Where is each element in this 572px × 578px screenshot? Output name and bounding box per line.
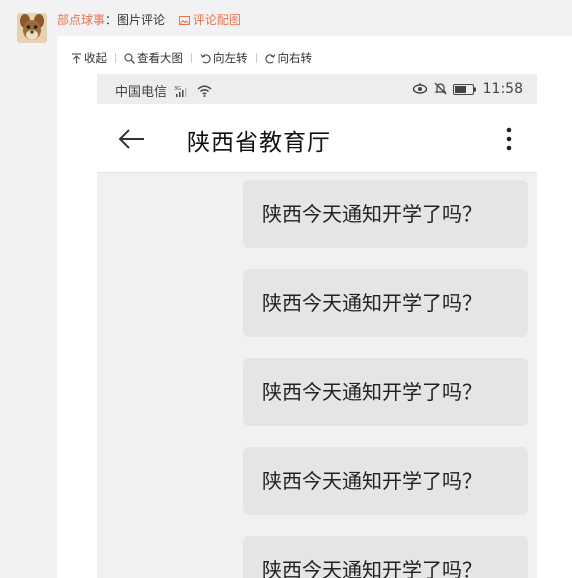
network-type: 3G: [174, 86, 181, 92]
search-icon: [124, 53, 135, 64]
more-options-button[interactable]: [499, 124, 519, 154]
rotate-right-button[interactable]: 向右转: [264, 50, 313, 66]
header-colon: ：: [105, 13, 118, 27]
comment-image-label: 评论配图: [192, 13, 241, 27]
post-header: 部点球事：图片评论 评论配图: [57, 11, 241, 29]
carrier-name: 中国电信: [115, 85, 168, 100]
username-link[interactable]: 部点球事: [57, 13, 105, 27]
phone-screenshot: 中国电信 3G 11:58 陕西省教育厅 陕西今天通知开学了吗？ 陕西今天通知开…: [97, 74, 537, 578]
collapse-icon: [72, 53, 81, 64]
status-time: 11:58: [482, 81, 523, 97]
back-button[interactable]: [117, 124, 147, 154]
comment-image-link[interactable]: 评论配图: [178, 12, 241, 30]
message-bubble[interactable]: 陕西今天通知开学了吗？: [243, 536, 528, 578]
message-bubble[interactable]: 陕西今天通知开学了吗？: [243, 358, 528, 426]
image-toolbar: 收起 查看大图 向左转 向右转: [71, 50, 312, 66]
battery-icon: [452, 84, 476, 95]
wifi-icon: [197, 85, 212, 101]
mute-bell-icon: [434, 82, 447, 95]
back-arrow-icon: [118, 129, 144, 149]
rotate-left-label: 向左转: [213, 51, 248, 65]
message-bubble[interactable]: 陕西今天通知开学了吗？: [243, 180, 528, 248]
toolbar-divider: [191, 53, 192, 63]
signal-icon: 3G: [174, 85, 190, 101]
status-right: 11:58: [412, 81, 523, 97]
chat-title: 陕西省教育厅: [187, 130, 331, 156]
rotate-left-icon: [200, 54, 211, 64]
status-bar: 中国电信 3G 11:58: [97, 74, 537, 104]
view-large-button[interactable]: 查看大图: [124, 50, 183, 66]
message-bubble[interactable]: 陕西今天通知开学了吗？: [243, 269, 528, 337]
app-bar: 陕西省教育厅: [97, 104, 537, 173]
view-large-label: 查看大图: [137, 51, 183, 65]
eye-comfort-icon: [412, 83, 427, 94]
avatar[interactable]: [17, 13, 47, 43]
toolbar-divider: [255, 53, 257, 63]
message-bubble[interactable]: 陕西今天通知开学了吗？: [243, 447, 528, 515]
more-vertical-icon: [506, 127, 512, 151]
collapse-label: 收起: [84, 51, 107, 65]
carrier-info: 中国电信 3G: [115, 81, 212, 101]
rotate-right-label: 向右转: [277, 51, 313, 65]
rotate-left-button[interactable]: 向左转: [200, 50, 248, 66]
comment-type-label: 图片评论: [117, 13, 166, 27]
image-icon: [178, 12, 190, 30]
rotate-right-icon: [264, 54, 276, 64]
collapse-button[interactable]: 收起: [71, 50, 107, 66]
toolbar-divider: [115, 53, 116, 63]
